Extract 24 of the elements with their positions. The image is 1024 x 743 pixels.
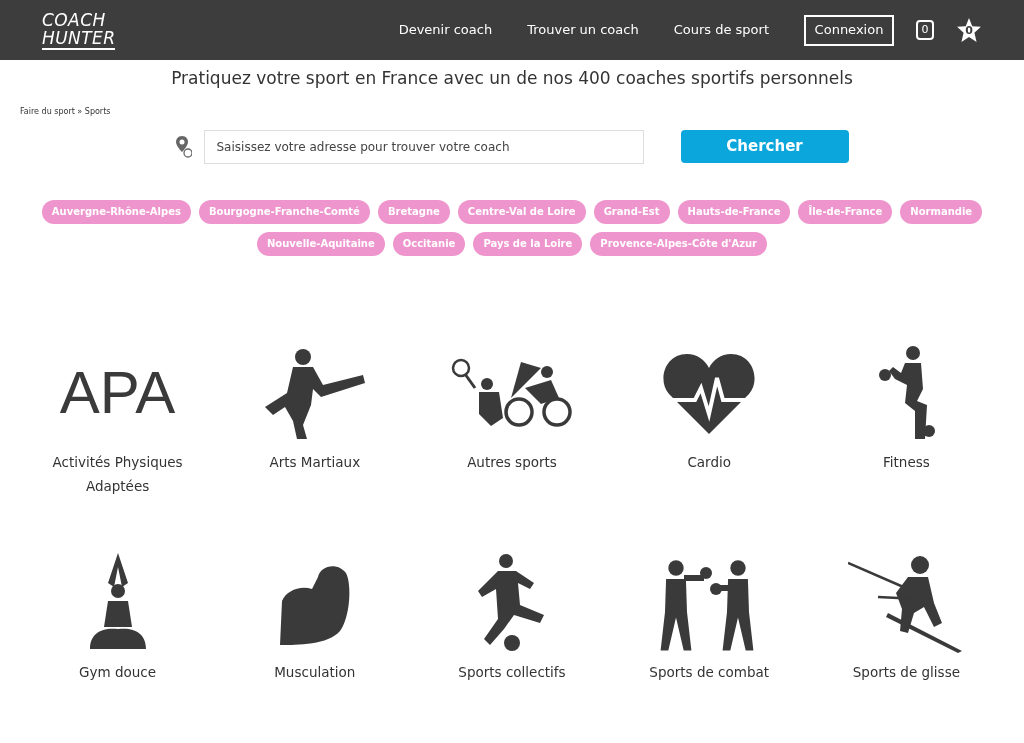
- nav-link[interactable]: Cours de sport: [673, 20, 769, 40]
- heartbeat-icon: [663, 351, 756, 434]
- breadcrumb: Faire du sport » Sports: [20, 105, 112, 118]
- nav-link[interactable]: Devenir coach: [398, 20, 493, 40]
- nav-link[interactable]: Trouver un coach: [527, 20, 639, 40]
- cart-count[interactable]: 0: [916, 20, 934, 40]
- login-button[interactable]: Connexion: [804, 14, 894, 46]
- sport-label[interactable]: Musculation: [239, 659, 390, 684]
- sport-label[interactable]: Gym douce: [42, 659, 193, 684]
- sport-label[interactable]: Fitness: [831, 449, 982, 474]
- sports-icon: [451, 357, 573, 428]
- favorites-count[interactable]: 0: [956, 17, 982, 43]
- sport-label[interactable]: Cardio: [634, 449, 785, 474]
- sport-label[interactable]: Autres sports: [437, 449, 587, 474]
- location-pin-icon: [175, 135, 192, 158]
- sport-label[interactable]: Arts Martiaux: [239, 449, 390, 474]
- apa-logo: APA: [59, 362, 176, 423]
- logo[interactable]: COACH HUNTER: [42, 10, 116, 50]
- sport-label[interactable]: Sports de glisse: [831, 659, 982, 684]
- sport-label[interactable]: Sports de combat: [634, 659, 785, 684]
- sport-label[interactable]: Sports collectifs: [437, 659, 587, 684]
- page-title: Pratiquez votre sport en France avec un de nos 400 coaches sportifs personnels: [170, 67, 854, 90]
- sport-label[interactable]: Activités Physiques Adaptées: [42, 449, 193, 498]
- address-field[interactable]: Saisissez votre adresse pour trouver votre coach: [203, 129, 644, 164]
